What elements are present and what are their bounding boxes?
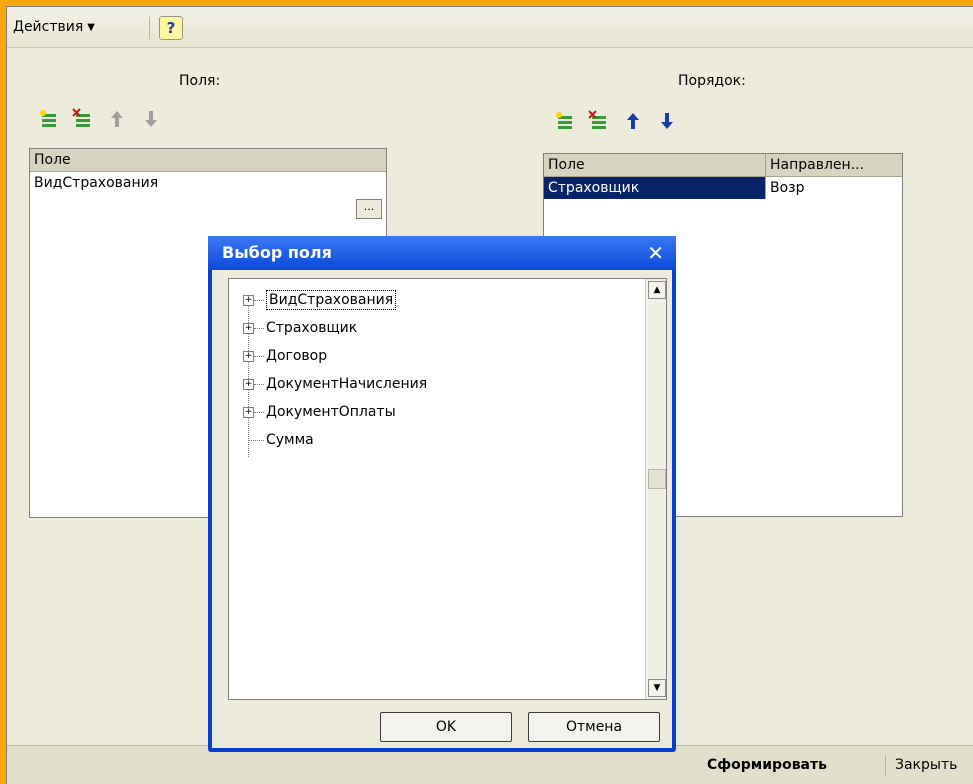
toolbar-separator [149,17,150,39]
move-up-icon[interactable] [105,107,129,131]
fields-label: Поля: [179,73,221,89]
column-header-direction[interactable]: Направлен... [766,154,901,176]
table-row[interactable]: Страховщик Возр [544,177,902,199]
scroll-thumb[interactable] [648,469,666,489]
order-toolbar [553,109,679,133]
add-field-icon[interactable] [37,107,61,131]
order-label: Порядок: [678,73,746,89]
close-button[interactable]: Закрыть [895,757,957,773]
expand-icon[interactable]: + [243,406,254,418]
column-header-field[interactable]: Поле [30,149,384,171]
actions-label: Действия [13,19,84,35]
select-field-button[interactable]: ... [356,199,382,219]
delete-order-icon[interactable] [587,109,611,133]
table-row[interactable]: ВидСтрахования [30,172,386,194]
move-down-icon[interactable] [139,107,163,131]
ok-button[interactable]: OK [380,712,512,742]
expand-icon[interactable]: + [243,294,254,306]
expand-icon[interactable]: + [243,322,254,334]
tree-item[interactable]: + ВидСтрахования [243,289,397,311]
expand-icon[interactable]: + [243,378,254,390]
toolbar: Действия ▼ ? [7,7,973,48]
tree-item-label: Страховщик [266,320,358,336]
tree-item-label: ДокументОплаты [266,404,396,420]
tree-item[interactable]: + ДокументОплаты [243,401,396,423]
tree-item-label: ДокументНачисления [266,376,428,392]
tree-item-label: Договор [266,348,328,364]
order-grid-header: Поле Направлен... [544,154,902,177]
select-field-dialog: Выбор поля ✕ + ВидСтрахования + Страховщ… [208,236,676,752]
tree-item-label: Сумма [266,432,314,448]
add-order-icon[interactable] [553,109,577,133]
scroll-up-icon[interactable]: ▲ [648,281,666,299]
close-icon[interactable]: ✕ [647,236,664,270]
tree-item-label: ВидСтрахования [266,290,397,310]
arrow-down-icon[interactable] [655,109,679,133]
help-button[interactable]: ? [159,16,183,40]
expand-icon[interactable]: + [243,350,254,362]
dialog-body: + ВидСтрахования + Страховщик + Договор … [212,270,672,748]
chevron-down-icon: ▼ [87,21,95,33]
vertical-scrollbar[interactable]: ▲ ▼ [645,279,666,699]
help-icon: ? [166,19,176,37]
generate-button[interactable]: Сформировать [707,757,827,773]
field-tree[interactable]: + ВидСтрахования + Страховщик + Договор … [228,278,667,700]
fields-toolbar [37,107,163,131]
tree-item[interactable]: Сумма [248,429,314,451]
actions-menu-button[interactable]: Действия ▼ [13,19,95,35]
statusbar-separator [885,755,886,777]
delete-field-icon[interactable] [71,107,95,131]
dialog-title: Выбор поля [208,236,676,270]
arrow-up-icon[interactable] [621,109,645,133]
order-field-cell[interactable]: Страховщик [544,177,766,199]
order-direction-cell[interactable]: Возр [766,177,901,199]
column-header-field[interactable]: Поле [544,154,766,176]
fields-grid-header: Поле [30,149,386,172]
cancel-button[interactable]: Отмена [528,712,660,742]
tree-item[interactable]: + Страховщик [243,317,357,339]
tree-item[interactable]: + Договор [243,345,327,367]
field-cell[interactable]: ВидСтрахования [30,172,158,194]
scroll-down-icon[interactable]: ▼ [648,679,666,697]
tree-item[interactable]: + ДокументНачисления [243,373,427,395]
